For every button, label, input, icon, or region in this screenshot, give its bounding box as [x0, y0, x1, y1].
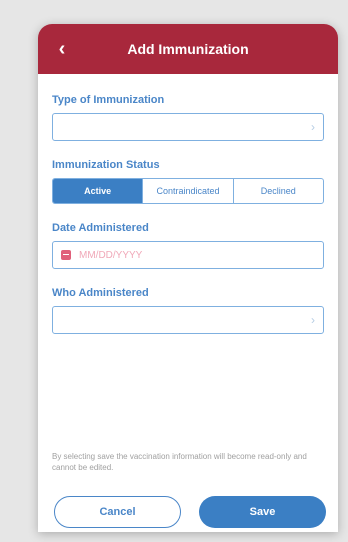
- immunization-status-label: Immunization Status: [52, 159, 160, 171]
- status-option-active[interactable]: Active: [53, 179, 143, 203]
- date-placeholder: MM/DD/YYYY: [79, 249, 143, 261]
- status-option-contraindicated[interactable]: Contraindicated: [142, 179, 232, 203]
- who-administered-label: Who Administered: [52, 287, 149, 299]
- page-title: Add Immunization: [127, 41, 249, 57]
- chevron-right-icon: ›: [311, 120, 315, 134]
- chevron-right-icon: ›: [311, 313, 315, 327]
- type-of-immunization-select[interactable]: ›: [52, 113, 324, 141]
- save-notice-text: By selecting save the vaccination inform…: [52, 452, 307, 472]
- header-bar: ‹ Add Immunization: [38, 24, 338, 74]
- immunization-status-segmented-control: Active Contraindicated Declined: [52, 178, 324, 204]
- date-administered-input[interactable]: MM/DD/YYYY: [52, 241, 324, 269]
- date-administered-label: Date Administered: [52, 222, 149, 234]
- calendar-icon: [61, 250, 71, 260]
- who-administered-select[interactable]: ›: [52, 306, 324, 334]
- save-button[interactable]: Save: [199, 496, 326, 528]
- action-buttons: Cancel Save: [54, 496, 326, 528]
- back-chevron-icon[interactable]: ‹: [50, 37, 74, 61]
- status-option-declined[interactable]: Declined: [232, 179, 323, 203]
- type-of-immunization-label: Type of Immunization: [52, 94, 165, 106]
- cancel-button[interactable]: Cancel: [54, 496, 181, 528]
- phone-screen: ‹ Add Immunization Type of Immunization …: [38, 24, 338, 532]
- form: Type of Immunization › Immunization Stat…: [38, 94, 338, 334]
